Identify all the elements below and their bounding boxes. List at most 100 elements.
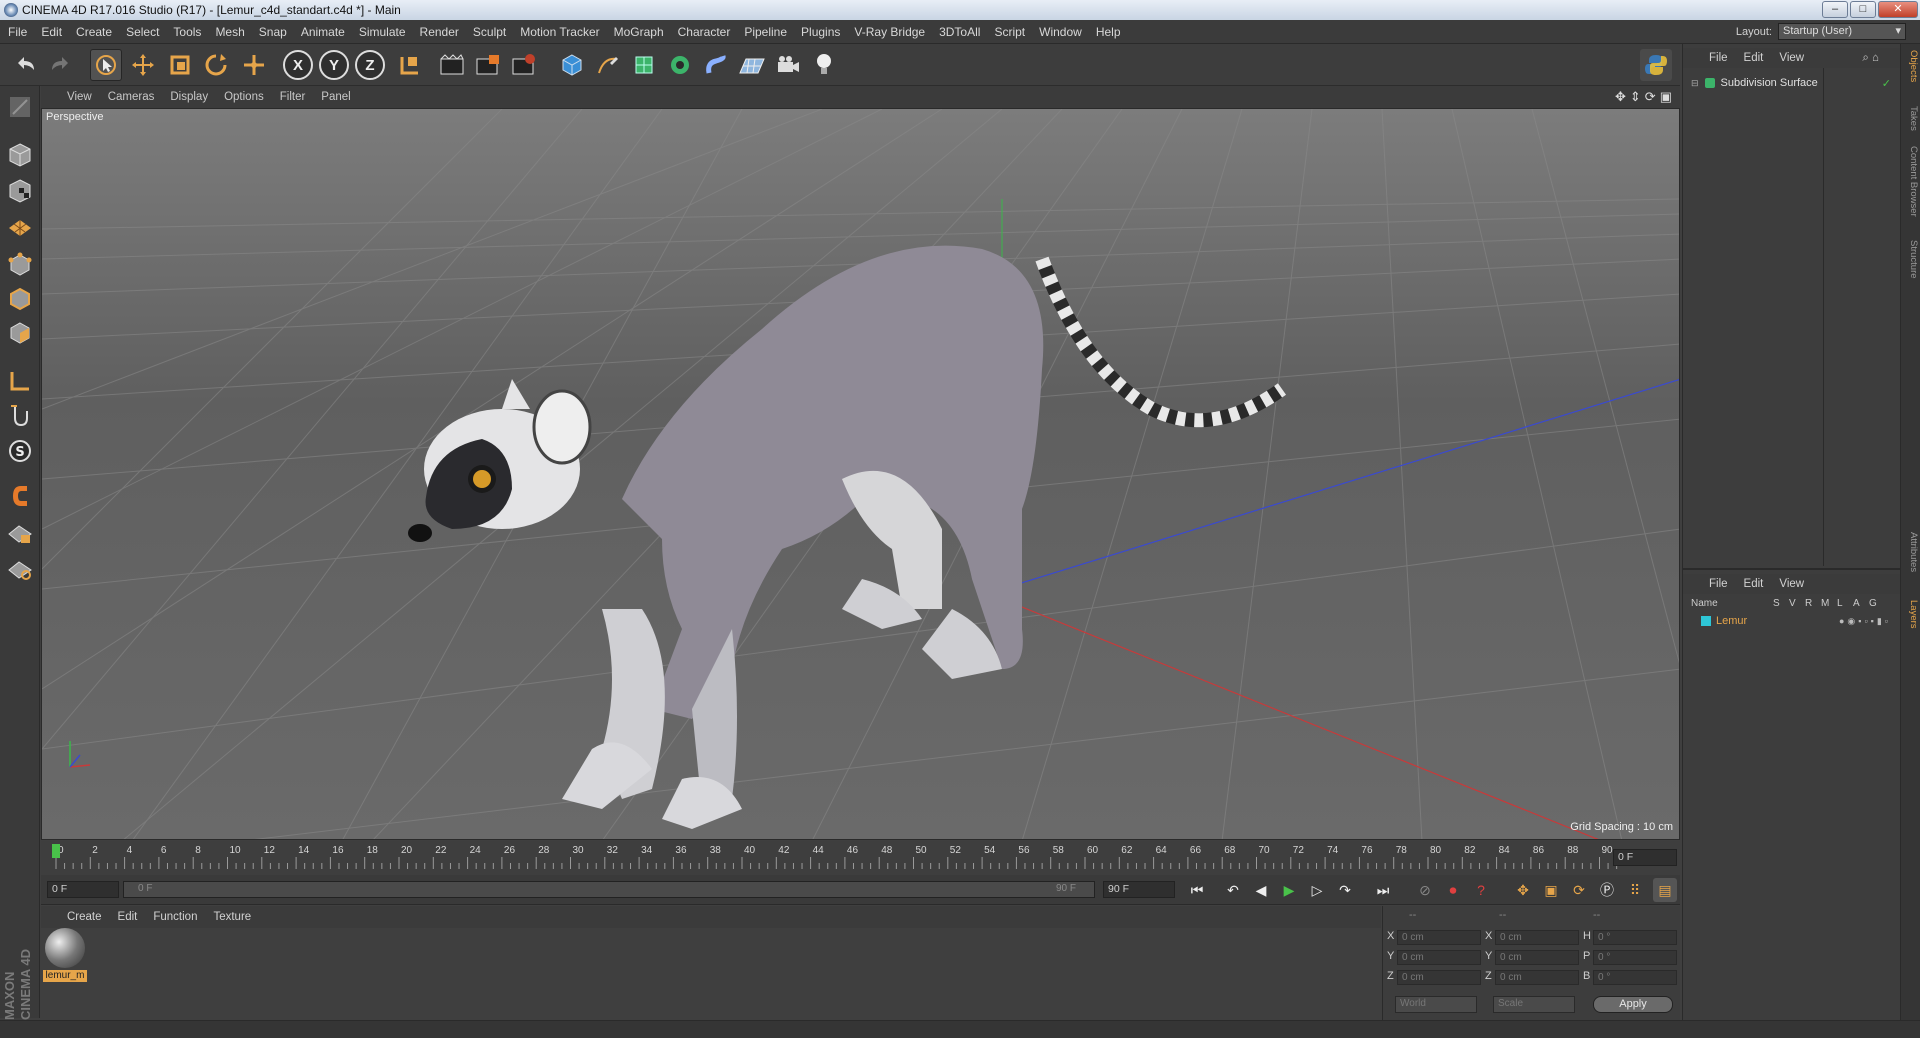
menu-3dtoall[interactable]: 3DToAll xyxy=(939,25,980,39)
size-z-field[interactable]: 0 cm xyxy=(1495,970,1579,985)
size-x-field[interactable]: 0 cm xyxy=(1495,930,1579,945)
axis-z-toggle[interactable]: Z xyxy=(354,49,386,81)
layer-menu-edit[interactable]: Edit xyxy=(1744,578,1764,590)
next-key-icon[interactable]: ↷ xyxy=(1333,878,1357,902)
make-editable-icon[interactable] xyxy=(5,92,35,122)
menu-character[interactable]: Character xyxy=(678,25,731,39)
record-keys-icon[interactable]: ⊘ xyxy=(1413,878,1437,902)
coordinate-system-icon[interactable] xyxy=(394,49,426,81)
menu-render[interactable]: Render xyxy=(420,25,459,39)
snap-magnet-icon[interactable] xyxy=(5,480,35,510)
key-parameter-icon[interactable]: Ⓟ xyxy=(1595,878,1619,902)
render-picture-viewer-icon[interactable] xyxy=(472,49,504,81)
axis-x-toggle[interactable]: X xyxy=(282,49,314,81)
camera-icon[interactable] xyxy=(772,49,804,81)
previous-key-icon[interactable]: ↶ xyxy=(1221,878,1245,902)
playhead-marker[interactable] xyxy=(52,844,60,858)
spline-pen-icon[interactable] xyxy=(592,49,624,81)
model-mode-icon[interactable] xyxy=(5,140,35,170)
end-frame-field[interactable]: 90 F xyxy=(1103,881,1175,898)
tab-content-browser[interactable]: Content Browser xyxy=(1903,146,1919,217)
menu-simulate[interactable]: Simulate xyxy=(359,25,406,39)
start-frame-field[interactable]: 0 F xyxy=(47,881,119,898)
menu-motion-tracker[interactable]: Motion Tracker xyxy=(520,25,599,39)
polygons-mode-icon[interactable] xyxy=(5,318,35,348)
coordinate-mode-dropdown[interactable]: World xyxy=(1395,996,1477,1013)
menu-create[interactable]: Create xyxy=(76,25,112,39)
undo-icon[interactable] xyxy=(10,49,42,81)
viewport-menu-options[interactable]: Options xyxy=(224,91,264,103)
deformer-icon[interactable] xyxy=(700,49,732,81)
3d-viewport[interactable]: Perspective Grid Spacing : 10 cm xyxy=(41,108,1680,840)
next-frame-icon[interactable]: ▷ xyxy=(1305,878,1329,902)
redo-icon[interactable] xyxy=(44,49,76,81)
rotation-b-field[interactable]: 0 ° xyxy=(1593,970,1677,985)
key-rotation-icon[interactable]: ⟳ xyxy=(1567,878,1591,902)
planar-workplane-icon[interactable] xyxy=(5,554,35,584)
menu-mograph[interactable]: MoGraph xyxy=(614,25,664,39)
rotation-p-field[interactable]: 0 ° xyxy=(1593,950,1677,965)
tab-structure[interactable]: Structure xyxy=(1903,240,1919,279)
object-row-subdivision-surface[interactable]: ⊟ Subdivision Surface ✓ xyxy=(1685,74,1899,92)
menu-window[interactable]: Window xyxy=(1039,25,1082,39)
menu-plugins[interactable]: Plugins xyxy=(801,25,840,39)
object-menu-view[interactable]: View xyxy=(1779,52,1804,64)
go-to-end-icon[interactable]: ⏭ xyxy=(1371,878,1395,902)
apply-button[interactable]: Apply xyxy=(1593,996,1673,1013)
viewport-maximize-icon[interactable]: ▣ xyxy=(1660,89,1672,105)
material-menu-create[interactable]: Create xyxy=(67,911,102,923)
viewport-menu-view[interactable]: View xyxy=(67,91,92,103)
key-position-icon[interactable]: ✥ xyxy=(1511,878,1535,902)
viewport-dolly-icon[interactable]: ⇕ xyxy=(1630,89,1641,105)
frame-range-slider[interactable]: 0 F 90 F xyxy=(123,881,1095,898)
object-menu-file[interactable]: File xyxy=(1709,52,1728,64)
tab-objects[interactable]: Objects xyxy=(1903,50,1919,82)
rotate-tool-icon[interactable] xyxy=(200,49,232,81)
move-tool-icon[interactable] xyxy=(127,49,159,81)
timeline-layout-icon[interactable]: ▤ xyxy=(1653,878,1677,902)
menu-snap[interactable]: Snap xyxy=(259,25,287,39)
material-menu-edit[interactable]: Edit xyxy=(118,911,138,923)
expand-toggle-icon[interactable]: ⊟ xyxy=(1691,78,1699,89)
size-y-field[interactable]: 0 cm xyxy=(1495,950,1579,965)
material-menu-function[interactable]: Function xyxy=(153,911,197,923)
menu-file[interactable]: File xyxy=(8,25,27,39)
floor-icon[interactable] xyxy=(736,49,768,81)
light-icon[interactable] xyxy=(808,49,840,81)
menu-help[interactable]: Help xyxy=(1096,25,1121,39)
viewport-menu-cameras[interactable]: Cameras xyxy=(108,91,155,103)
material-menu-texture[interactable]: Texture xyxy=(213,911,251,923)
menu-mesh[interactable]: Mesh xyxy=(215,25,244,39)
texture-mode-icon[interactable] xyxy=(5,176,35,206)
layer-color-swatch[interactable] xyxy=(1701,616,1711,626)
axis-y-toggle[interactable]: Y xyxy=(318,49,350,81)
object-manager-tools-icon[interactable]: ⌕ ⌂ xyxy=(1862,52,1879,65)
viewport-menu-display[interactable]: Display xyxy=(170,91,208,103)
tab-takes[interactable]: Takes xyxy=(1903,106,1919,131)
record-active-icon[interactable]: ⏺ xyxy=(1441,878,1465,902)
timeline-ruler[interactable]: 0 2 4 6 8 10 12 14 16 18 20 22 24 26 28 30 32 34 36 38 40 42 4… xyxy=(41,841,1680,875)
minimize-button[interactable]: – xyxy=(1822,1,1848,18)
menu-edit[interactable]: Edit xyxy=(41,25,62,39)
points-mode-icon[interactable] xyxy=(5,250,35,280)
object-enabled-check-icon[interactable]: ✓ xyxy=(1882,77,1891,90)
autokey-icon[interactable]: ? xyxy=(1469,878,1493,902)
enable-axis-icon[interactable] xyxy=(5,366,35,396)
python-icon[interactable] xyxy=(1640,49,1672,81)
rotation-h-field[interactable]: 0 ° xyxy=(1593,930,1677,945)
position-z-field[interactable]: 0 cm xyxy=(1397,970,1481,985)
menu-animate[interactable]: Animate xyxy=(301,25,345,39)
layout-dropdown[interactable]: Startup (User) xyxy=(1778,23,1906,40)
menu-select[interactable]: Select xyxy=(126,25,159,39)
tweak-mode-icon[interactable] xyxy=(5,400,35,430)
object-menu-edit[interactable]: Edit xyxy=(1744,52,1764,64)
material-swatch[interactable]: lemur_m xyxy=(43,928,87,984)
close-button[interactable]: ✕ xyxy=(1878,1,1918,18)
tab-layers[interactable]: Layers xyxy=(1903,600,1919,629)
menu-script[interactable]: Script xyxy=(994,25,1025,39)
previous-frame-icon[interactable]: ◀ xyxy=(1249,878,1273,902)
workplane-mode-icon[interactable] xyxy=(5,210,35,240)
position-x-field[interactable]: 0 cm xyxy=(1397,930,1481,945)
layer-menu-view[interactable]: View xyxy=(1779,578,1804,590)
menu-sculpt[interactable]: Sculpt xyxy=(473,25,506,39)
